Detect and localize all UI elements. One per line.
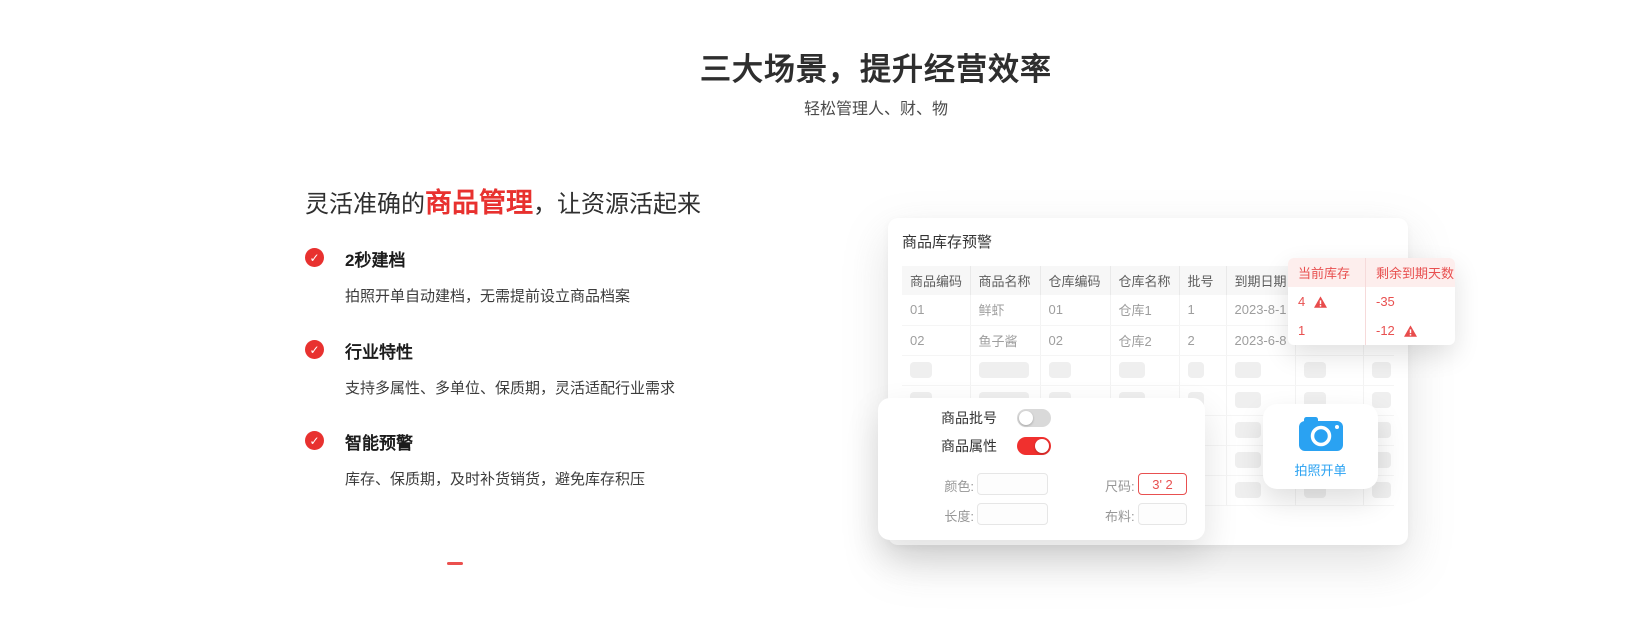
table-cell: 1	[1179, 295, 1226, 325]
stock-alert-popover: 当前库存 剩余到期天数 4 -35 1 -12	[1288, 258, 1455, 345]
feature-item-industry-traits: ✓ 行业特性 支持多属性、多单位、保质期，灵活适配行业需求	[305, 338, 745, 398]
check-icon: ✓	[305, 431, 324, 450]
skeleton-pill	[1119, 362, 1145, 378]
carousel-indicator[interactable]	[447, 562, 463, 565]
toggle-label: 商品批号	[941, 408, 997, 428]
table-cell: 仓库2	[1110, 325, 1179, 355]
card-title: 商品库存预警	[902, 231, 992, 252]
batch-number-toggle[interactable]	[1017, 409, 1051, 427]
alert-stock-value: 1	[1298, 323, 1305, 338]
skeleton-pill	[1188, 362, 1204, 378]
feature-heading-suffix: ，让资源活起来	[533, 191, 701, 218]
alert-column-header: 剩余到期天数	[1366, 258, 1455, 287]
toggle-row-attribute: 商品属性	[941, 436, 1051, 456]
field-label-fabric: 布料:	[1105, 506, 1135, 525]
skeleton-pill	[1372, 362, 1391, 378]
column-header: 仓库编码	[1040, 266, 1110, 295]
skeleton-pill	[1235, 482, 1261, 498]
table-cell: 鲜虾	[970, 295, 1040, 325]
table-cell: 02	[902, 325, 970, 355]
table-cell: 2023-6-8	[1226, 325, 1295, 355]
feature-heading-prefix: 灵活准确的	[305, 191, 425, 218]
check-icon: ✓	[305, 248, 324, 267]
table-cell: 2023-8-1	[1226, 295, 1295, 325]
attribute-toggle[interactable]	[1017, 437, 1051, 455]
table-cell: 01	[1040, 295, 1110, 325]
column-header: 商品编码	[902, 266, 970, 295]
skeleton-pill	[979, 362, 1029, 378]
skeleton-pill	[1304, 362, 1326, 378]
product-settings-popover: 商品批号 商品属性 颜色: 尺码: 长度: 布料:	[878, 398, 1205, 540]
feature-heading-highlight: 商品管理	[425, 188, 533, 218]
fabric-input[interactable]	[1138, 503, 1187, 525]
feature-item-quick-filing: ✓ 2秒建档 拍照开单自动建档，无需提前设立商品档案	[305, 246, 745, 306]
column-header: 批号	[1179, 266, 1226, 295]
column-header: 仓库名称	[1110, 266, 1179, 295]
alert-stock-value: 4	[1298, 294, 1305, 309]
skeleton-pill	[1235, 422, 1261, 438]
table-cell: 2	[1179, 325, 1226, 355]
photo-order-label: 拍照开单	[1263, 460, 1378, 479]
page-title: 三大场景，提升经营效率	[700, 44, 1052, 89]
warning-icon	[1314, 296, 1327, 308]
table-cell: 鱼子酱	[970, 325, 1040, 355]
alert-days-value: -35	[1376, 294, 1395, 309]
skeleton-pill	[1235, 392, 1261, 408]
toggle-label: 商品属性	[941, 436, 997, 456]
field-label-length: 长度:	[926, 506, 974, 525]
table-cell: 01	[902, 295, 970, 325]
page-subtitle: 轻松管理人、财、物	[804, 95, 948, 119]
length-input[interactable]	[977, 503, 1048, 525]
skeleton-pill	[1049, 362, 1071, 378]
alert-cell: -12	[1366, 316, 1455, 345]
skeleton-pill	[1372, 482, 1391, 498]
toggle-knob	[1035, 439, 1049, 453]
field-row: 长度: 布料:	[878, 503, 1205, 525]
feature-title: 2秒建档	[345, 246, 745, 271]
alert-cell: 1	[1288, 316, 1366, 345]
toggle-knob	[1019, 411, 1033, 425]
warning-icon	[1404, 325, 1417, 337]
skeleton-pill	[910, 362, 932, 378]
alert-column-header: 当前库存	[1288, 258, 1366, 287]
toggle-row-batch: 商品批号	[941, 408, 1051, 428]
column-header: 到期日期	[1226, 266, 1295, 295]
feature-title: 智能预警	[345, 429, 745, 454]
skeleton-pill	[1235, 452, 1261, 468]
feature-title: 行业特性	[345, 338, 745, 363]
table-cell: 02	[1040, 325, 1110, 355]
field-label-color: 颜色:	[926, 476, 974, 495]
feature-description: 支持多属性、多单位、保质期，灵活适配行业需求	[345, 377, 745, 398]
feature-item-smart-alert: ✓ 智能预警 库存、保质期，及时补货销货，避免库存积压	[305, 429, 745, 489]
alert-cell: 4	[1288, 287, 1366, 316]
photo-order-button[interactable]: 拍照开单	[1263, 404, 1378, 489]
column-header: 商品名称	[970, 266, 1040, 295]
alert-days-value: -12	[1376, 323, 1395, 338]
size-input[interactable]	[1138, 473, 1187, 495]
feature-description: 拍照开单自动建档，无需提前设立商品档案	[345, 285, 745, 306]
field-label-size: 尺码:	[1105, 476, 1135, 495]
color-input[interactable]	[977, 473, 1048, 495]
alert-cell: -35	[1366, 287, 1455, 316]
feature-heading: 灵活准确的商品管理，让资源活起来	[305, 181, 701, 220]
field-row: 颜色: 尺码:	[878, 473, 1205, 495]
check-icon: ✓	[305, 340, 324, 359]
skeleton-row	[902, 355, 1394, 385]
table-cell: 仓库1	[1110, 295, 1179, 325]
skeleton-pill	[1235, 362, 1261, 378]
feature-description: 库存、保质期，及时补货销货，避免库存积压	[345, 468, 745, 489]
camera-icon	[1297, 414, 1345, 454]
